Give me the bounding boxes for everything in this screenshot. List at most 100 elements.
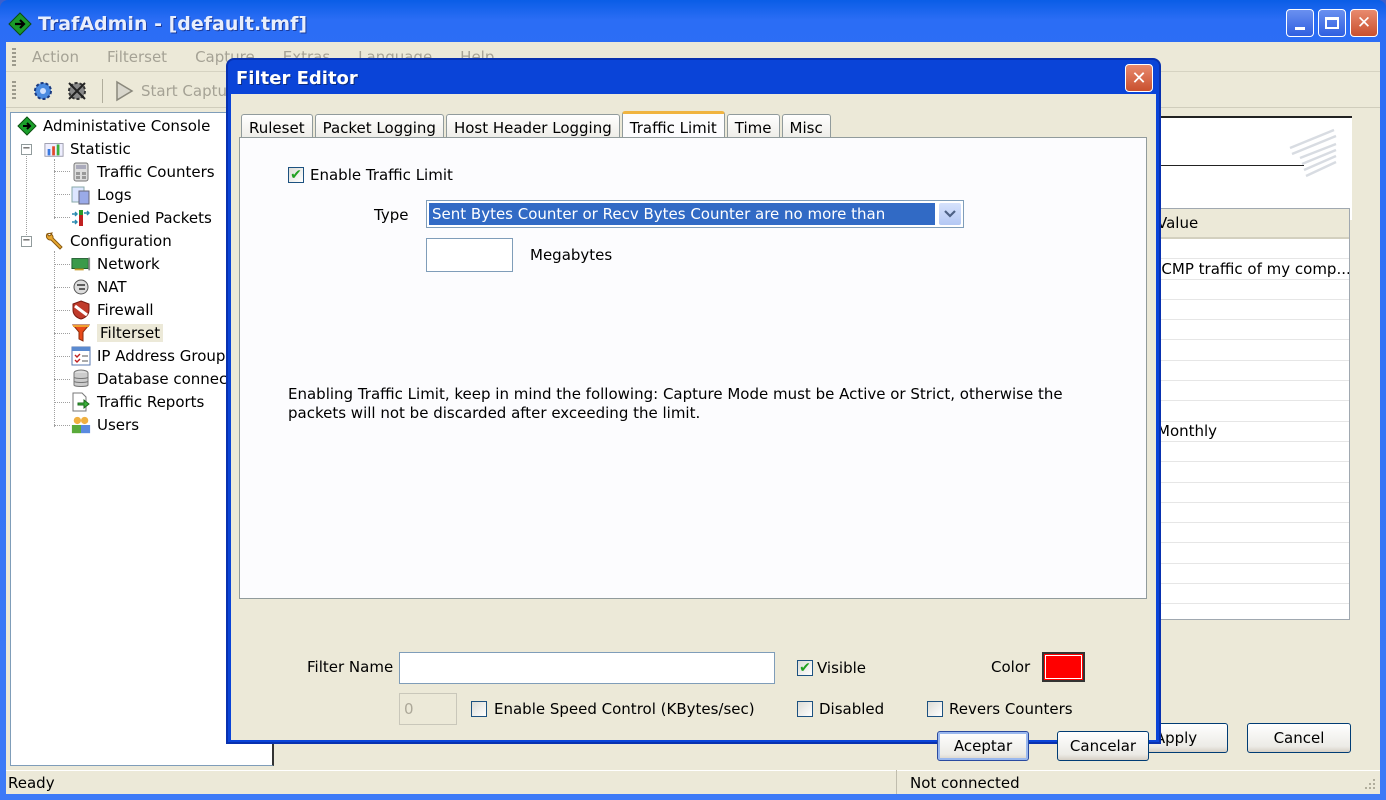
shield-icon <box>71 300 91 320</box>
menu-filterset[interactable]: Filterset <box>107 48 167 66</box>
grid-row[interactable] <box>1153 483 1349 503</box>
minimize-icon <box>1295 26 1305 30</box>
tree-item-admin-console[interactable]: Administative Console <box>17 115 210 137</box>
checkbox-unchecked <box>927 701 943 717</box>
speed-input[interactable]: 0 <box>399 693 457 725</box>
grid-row[interactable] <box>1153 300 1349 321</box>
grid-row[interactable] <box>1153 462 1349 483</box>
dialog-close-button[interactable]: ✕ <box>1125 64 1153 92</box>
grid-row[interactable] <box>1153 523 1349 544</box>
grid-row[interactable] <box>1153 543 1349 564</box>
close-icon: ✕ <box>1131 67 1147 89</box>
grid-row[interactable]: Monthly <box>1153 422 1349 442</box>
grid-row[interactable] <box>1153 361 1349 382</box>
traffic-limit-note: Enabling Traffic Limit, keep in mind the… <box>288 385 1063 422</box>
tree-item-denied-packets[interactable]: Denied Packets <box>71 207 212 229</box>
tree-item-filterset[interactable]: Filterset <box>71 322 164 344</box>
menu-action[interactable]: Action <box>32 48 79 66</box>
grid-row[interactable] <box>1153 280 1349 300</box>
calculator-icon <box>71 162 91 182</box>
tree-item-ip-address-groups[interactable]: IP Address Groups <box>71 345 233 367</box>
disabled-checkbox[interactable]: Disabled <box>797 700 884 718</box>
dialog-title: Filter Editor <box>236 68 358 89</box>
checklist-icon <box>71 346 91 366</box>
status-divider <box>896 770 897 794</box>
gear-icon <box>34 81 52 100</box>
tree-item-traffic-reports[interactable]: Traffic Reports <box>71 391 204 413</box>
tree-item-firewall[interactable]: Firewall <box>71 299 154 321</box>
tree-item-statistic[interactable]: Statistic <box>44 138 131 160</box>
tree-item-configuration[interactable]: Configuration <box>44 230 172 252</box>
checkbox-unchecked <box>471 701 487 717</box>
play-icon <box>116 80 134 101</box>
nat-icon <box>71 277 91 297</box>
connect-button[interactable] <box>30 78 56 104</box>
grid-row[interactable] <box>1153 584 1349 605</box>
megabytes-input[interactable] <box>426 238 513 272</box>
network-card-icon <box>71 254 91 274</box>
tree-item-logs[interactable]: Logs <box>71 184 132 206</box>
tree-item-traffic-counters[interactable]: Traffic Counters <box>71 161 215 183</box>
grid-row[interactable] <box>1153 381 1349 402</box>
title-bar: TrafAdmin - [default.tmf] <box>8 6 307 42</box>
app-logo-icon <box>8 12 32 36</box>
funnel-icon <box>71 323 91 343</box>
grid-row[interactable] <box>1153 401 1349 422</box>
close-icon: ✕ <box>1356 13 1372 33</box>
start-capture-button[interactable] <box>111 78 137 104</box>
toolbar-separator <box>102 78 103 103</box>
megabytes-label: Megabytes <box>530 246 613 264</box>
checkbox-checked: ✔ <box>288 167 304 183</box>
tree-item-nat[interactable]: NAT <box>71 276 126 298</box>
cancel-button[interactable]: Cancelar <box>1057 731 1149 761</box>
disconnect-button[interactable] <box>64 78 90 104</box>
grid-row[interactable] <box>1153 239 1349 260</box>
menubar-grip[interactable] <box>12 48 16 68</box>
report-export-icon <box>71 392 91 412</box>
collapse-configuration-toggle[interactable]: − <box>21 236 32 247</box>
toolbar-grip[interactable] <box>12 81 16 101</box>
enable-traffic-limit-checkbox[interactable]: ✔ Enable Traffic Limit <box>288 166 453 184</box>
speed-control-checkbox[interactable]: Enable Speed Control (KBytes/sec) <box>471 700 755 718</box>
resize-grip-icon[interactable] <box>1362 776 1376 790</box>
filter-editor-dialog: Filter Editor ✕ Ruleset Packet Logging H… <box>226 58 1161 761</box>
filter-name-label: Filter Name <box>307 658 394 676</box>
logs-icon <box>71 185 91 205</box>
tab-strip: Ruleset Packet Logging Host Header Loggi… <box>241 110 833 141</box>
tree-item-network[interactable]: Network <box>71 253 160 275</box>
status-bar: Ready Not connected <box>6 770 1380 794</box>
status-connection: Not connected <box>910 773 1020 792</box>
close-button[interactable]: ✕ <box>1350 9 1378 37</box>
minimize-button[interactable] <box>1286 9 1314 37</box>
revers-counters-checkbox[interactable]: Revers Counters <box>927 700 1073 718</box>
chevron-down-icon[interactable] <box>939 203 961 225</box>
color-picker-swatch[interactable] <box>1042 652 1085 682</box>
type-dropdown[interactable]: Sent Bytes Counter or Recv Bytes Counter… <box>426 200 964 228</box>
tree-item-users[interactable]: Users <box>71 414 139 436</box>
dialog-body: Ruleset Packet Logging Host Header Loggi… <box>231 94 1156 761</box>
wrench-icon <box>44 231 64 251</box>
grid-row[interactable]: ICMP traffic of my comp... <box>1153 259 1349 280</box>
bar-chart-icon <box>44 139 64 159</box>
grid-header-value[interactable]: Value <box>1153 209 1349 239</box>
grid-row[interactable] <box>1153 442 1349 463</box>
denied-packets-icon <box>71 208 91 228</box>
grid-row[interactable] <box>1153 564 1349 585</box>
type-label: Type <box>374 206 409 224</box>
grid-row[interactable] <box>1153 320 1349 341</box>
collapse-statistic-toggle[interactable]: − <box>21 144 32 155</box>
pane-header <box>1156 116 1352 220</box>
filter-name-input[interactable] <box>399 652 775 684</box>
console-diamond-icon <box>17 116 37 136</box>
pane-cancel-button[interactable]: Cancel <box>1247 723 1351 753</box>
gear-disconnect-icon <box>68 81 86 100</box>
database-icon <box>71 369 91 389</box>
visible-checkbox[interactable]: ✔ Visible <box>797 659 866 677</box>
maximize-button[interactable] <box>1318 9 1346 37</box>
grid-rows: ICMP traffic of my comp... Monthly <box>1153 239 1349 605</box>
ok-button[interactable]: Aceptar <box>937 731 1029 761</box>
properties-grid: Value ICMP traffic of my comp... Monthly <box>1152 208 1350 620</box>
status-ready: Ready <box>8 773 55 792</box>
grid-row[interactable] <box>1153 503 1349 524</box>
grid-row[interactable] <box>1153 340 1349 361</box>
